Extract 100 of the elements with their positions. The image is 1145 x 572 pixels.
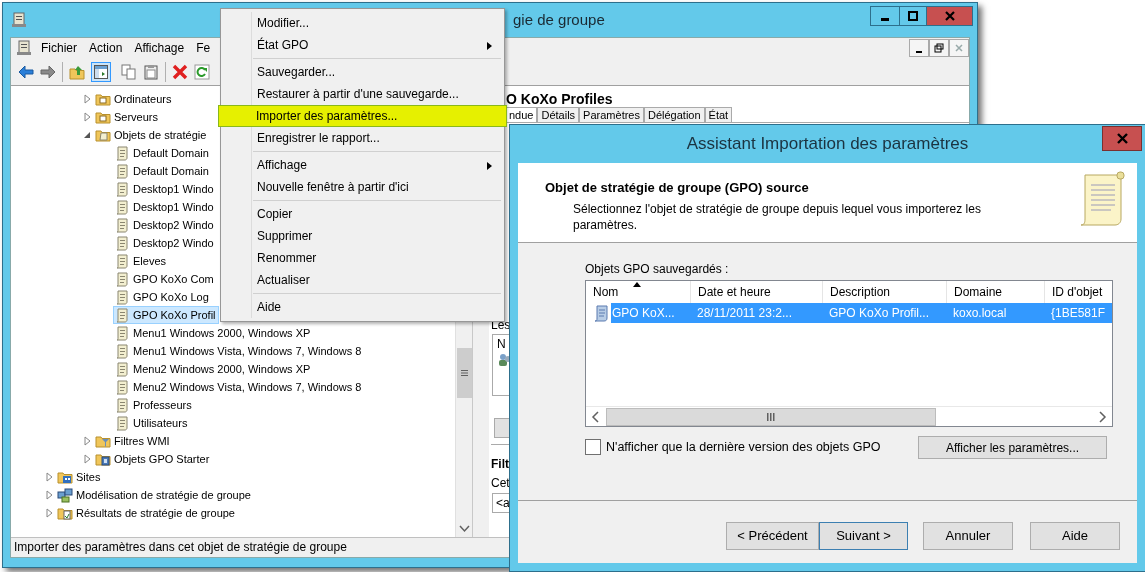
- menu-item[interactable]: Affichage: [222, 154, 503, 176]
- tab[interactable]: Délégation: [643, 107, 705, 122]
- refresh-icon[interactable]: [194, 63, 210, 80]
- tab[interactable]: Détails: [537, 107, 580, 122]
- collapsed-arrow-icon[interactable]: [81, 111, 93, 123]
- tree-item[interactable]: Menu1 Windows Vista, Windows 7, Windows 8: [113, 342, 365, 360]
- grip-icon: [767, 412, 775, 421]
- wizard-button[interactable]: Aide: [1030, 522, 1120, 550]
- collapsed-arrow-icon[interactable]: [43, 507, 55, 519]
- list-cell-text: 28/11/2011 23:2...: [696, 305, 793, 322]
- scroll-icon: [114, 235, 130, 251]
- close-button[interactable]: [927, 6, 973, 26]
- menu-item[interactable]: Enregistrer le rapport...: [222, 127, 503, 149]
- folder-up-icon[interactable]: [69, 63, 85, 80]
- tree-item[interactable]: Menu2 Windows Vista, Windows 7, Windows 8: [113, 378, 365, 396]
- menu-item[interactable]: Aide: [222, 296, 503, 318]
- copy-icon[interactable]: [121, 63, 137, 80]
- tree-item[interactable]: Desktop1 Windo: [113, 198, 217, 216]
- tree-item[interactable]: Ordinateurs: [94, 90, 175, 108]
- list-cell-text: GPO KoXo Profil...: [828, 305, 931, 322]
- tree-item[interactable]: Desktop2 Windo: [113, 216, 217, 234]
- tab[interactable]: ndue: [505, 107, 538, 122]
- show-settings-button[interactable]: Afficher les paramètres...: [918, 436, 1107, 459]
- tree-item[interactable]: GPO KoXo Log: [113, 288, 212, 306]
- back-arrow-icon[interactable]: [18, 63, 34, 80]
- menu-item[interactable]: Fe: [190, 39, 217, 57]
- tree-item[interactable]: Default Domain: [113, 144, 212, 162]
- tree-item[interactable]: Sites: [56, 468, 104, 486]
- menu-item[interactable]: Importer des paramètres...: [218, 105, 507, 127]
- scroll-icon: [593, 304, 609, 322]
- delete-icon[interactable]: [172, 63, 188, 80]
- tree-item[interactable]: GPO KoXo Profil: [113, 306, 219, 324]
- tree-item[interactable]: Menu2 Windows 2000, Windows XP: [113, 360, 314, 378]
- checkbox[interactable]: [585, 439, 601, 455]
- window-title: gie de groupe: [513, 9, 605, 30]
- wizard-button[interactable]: Annuler: [923, 522, 1013, 550]
- collapsed-arrow-icon[interactable]: [81, 435, 93, 447]
- scroll-icon: [114, 343, 130, 359]
- dialog-title: Assistant Importation des paramètres: [686, 133, 969, 156]
- menu-item[interactable]: Fichier: [35, 39, 83, 57]
- minimize-button[interactable]: [909, 39, 929, 57]
- tab[interactable]: Paramètres: [579, 107, 644, 122]
- section-heading: Filt: [491, 456, 510, 471]
- folder-document-icon: [95, 451, 111, 467]
- folder-funnel-icon: [95, 433, 111, 449]
- menu-item[interactable]: Modifier...: [222, 12, 503, 34]
- tree-item[interactable]: Objets GPO Starter: [94, 450, 213, 468]
- folder-icon: [95, 109, 111, 125]
- close-icon: [944, 11, 955, 21]
- tree-item[interactable]: Desktop1 Windo: [113, 180, 217, 198]
- scroll-icon: [114, 325, 130, 341]
- restore-button[interactable]: [929, 39, 949, 57]
- close-button[interactable]: [1102, 126, 1142, 151]
- maximize-button[interactable]: [900, 6, 927, 26]
- menu-item[interactable]: État GPO: [222, 34, 503, 56]
- minimize-icon: [916, 50, 922, 53]
- menu-item[interactable]: Actualiser: [222, 269, 503, 291]
- tree-item[interactable]: GPO KoXo Com: [113, 270, 217, 288]
- menu-item[interactable]: Supprimer: [222, 225, 503, 247]
- scrollbar-thumb[interactable]: [456, 348, 472, 398]
- list-cell-text: GPO KoX...: [611, 305, 676, 322]
- tree-item[interactable]: Serveurs: [94, 108, 162, 126]
- maximize-icon: [908, 11, 918, 21]
- tree-item[interactable]: Eleves: [113, 252, 170, 270]
- wizard-button[interactable]: Suivant >: [819, 522, 908, 550]
- collapsed-arrow-icon[interactable]: [81, 93, 93, 105]
- collapsed-arrow-icon[interactable]: [81, 453, 93, 465]
- wizard-description: Sélectionnez l'objet de stratégie de groupe depuis lequel vous importerez les paramètres.: [573, 200, 982, 233]
- collapsed-arrow-icon[interactable]: [43, 489, 55, 501]
- tree-item[interactable]: Professeurs: [113, 396, 195, 414]
- tree-item[interactable]: Menu1 Windows 2000, Windows XP: [113, 324, 314, 342]
- scrollbar-thumb[interactable]: [606, 407, 936, 426]
- tree-item[interactable]: Objets de stratégie: [94, 126, 210, 144]
- tree-item[interactable]: Utilisateurs: [113, 414, 191, 432]
- menu-item[interactable]: Copier: [222, 203, 503, 225]
- scroll-icon: [114, 181, 130, 197]
- tree-item[interactable]: Desktop2 Windo: [113, 234, 217, 252]
- tree-item[interactable]: Default Domain: [113, 162, 212, 180]
- horizontal-scrollbar[interactable]: [586, 406, 1112, 426]
- tree-item[interactable]: Filtres WMI: [94, 432, 173, 450]
- forward-arrow-icon[interactable]: [40, 63, 56, 80]
- menu-item[interactable]: Action: [83, 39, 129, 57]
- grip-icon: [460, 370, 468, 376]
- collapsed-arrow-icon[interactable]: [43, 471, 55, 483]
- scroll-icon: [114, 145, 130, 161]
- menu-item[interactable]: Sauvegarder...: [222, 61, 503, 83]
- tree-item[interactable]: Résultats de stratégie de groupe: [56, 504, 238, 522]
- console-icon[interactable]: [16, 40, 32, 56]
- clipboard-icon[interactable]: [143, 63, 159, 80]
- scroll-icon: [114, 361, 130, 377]
- menu-item[interactable]: Affichage: [128, 39, 191, 57]
- menu-item[interactable]: Renommer: [222, 247, 503, 269]
- tab[interactable]: État: [704, 107, 733, 122]
- menu-item[interactable]: Nouvelle fenêtre à partir d'ici: [222, 176, 503, 198]
- wizard-button[interactable]: < Précédent: [726, 522, 819, 550]
- tree-item[interactable]: Modélisation de stratégie de groupe: [56, 486, 254, 504]
- menu-item[interactable]: Restaurer à partir d'une sauvegarde...: [222, 83, 503, 105]
- list-label: Objets GPO sauvegardés :: [585, 261, 730, 276]
- tree-toggle-button[interactable]: [91, 61, 111, 82]
- minimize-button[interactable]: [870, 6, 900, 26]
